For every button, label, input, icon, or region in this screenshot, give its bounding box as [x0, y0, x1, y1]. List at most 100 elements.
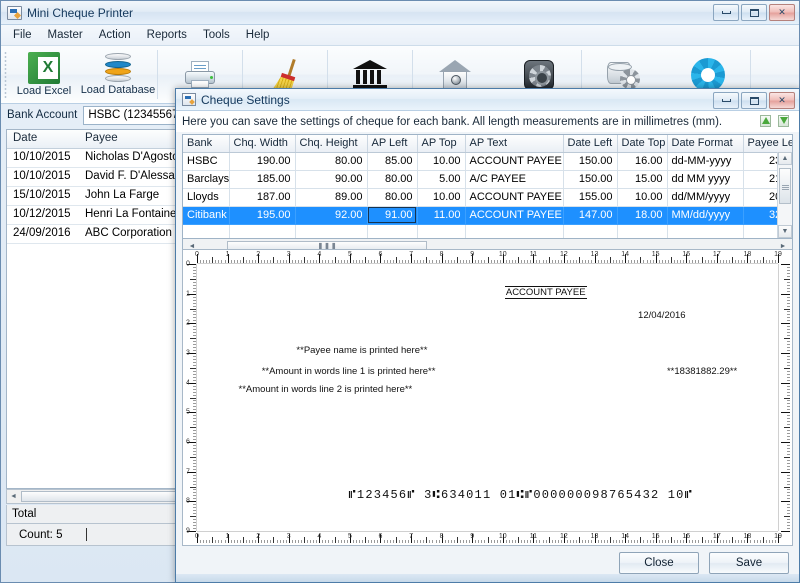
database-gear-icon	[607, 60, 641, 90]
payee-text-field[interactable]: **Payee name is printed here**	[296, 345, 427, 356]
col-date-top[interactable]: Date Top	[617, 135, 668, 153]
scroll-up-icon[interactable]: ▲	[778, 152, 792, 165]
gear-blue-icon	[691, 57, 725, 92]
cheque-canvas[interactable]: ACCOUNT PAYEE 12/04/2016 **Payee name is…	[198, 265, 777, 530]
ruler-label: 6	[186, 438, 190, 446]
column-header-payee[interactable]: Payee	[79, 130, 181, 148]
menu-item-help[interactable]: Help	[238, 26, 278, 44]
table-row[interactable]: Lloyds 187.00 89.00 80.00 10.00 ACCOUNT …	[183, 188, 792, 207]
cell-chq-width: 195.00	[229, 206, 296, 225]
dialog-subtitle-bar: Here you can save the settings of cheque…	[176, 111, 799, 132]
ruler-label: 8	[186, 497, 190, 505]
arrow-down-icon[interactable]	[778, 114, 791, 128]
ap-text-field[interactable]: ACCOUNT PAYEE	[504, 286, 587, 300]
col-ap-left[interactable]: AP Left	[367, 135, 418, 153]
main-menubar: File Master Action Reports Tools Help	[1, 25, 799, 46]
menu-item-file[interactable]: File	[5, 26, 40, 44]
cheque-list-grid[interactable]: Date Payee 10/10/2015 Nicholas D'Agosto …	[6, 129, 182, 489]
cell-date-format: dd MM yyyy	[667, 170, 744, 189]
dialog-buttons: Close Save	[619, 552, 789, 574]
ruler-label: 3	[286, 533, 291, 540]
cell-date-left: 147.00	[563, 206, 618, 225]
minimize-button[interactable]	[713, 4, 739, 21]
date-text-field[interactable]: 12/04/2016	[638, 310, 686, 321]
table-row-new[interactable]	[183, 224, 792, 238]
hscroll-thumb[interactable]	[21, 491, 180, 502]
maximize-icon	[749, 96, 759, 105]
dialog-close-button[interactable]: ✕	[769, 92, 795, 109]
cell-bank: Citibank	[183, 206, 230, 225]
cell-ap-left[interactable]: 91.00	[367, 206, 418, 225]
col-payee-left[interactable]: Payee Left	[743, 135, 792, 153]
amount-words-line1-field[interactable]: **Amount in words line 1 is printed here…	[262, 366, 436, 377]
minimize-icon	[721, 11, 731, 14]
amount-words-line2-field[interactable]: **Amount in words line 2 is printed here…	[239, 384, 413, 395]
menu-item-reports[interactable]: Reports	[139, 26, 195, 44]
cheque-preview[interactable]: 0 1 2 3 4 5 6 7 8 9 10 11 12 13 14 15 16 17 18 19 012345678…	[182, 249, 793, 546]
cheque-settings-dialog: Cheque Settings ✕ Here you can save the …	[175, 88, 800, 583]
count-label: Count: 5	[19, 528, 63, 541]
close-icon: ✕	[778, 95, 786, 105]
col-ap-text[interactable]: AP Text	[465, 135, 564, 153]
ruler-label: 5	[186, 408, 190, 416]
cell-ap-top: 10.00	[417, 188, 466, 207]
col-date-format[interactable]: Date Format	[667, 135, 744, 153]
table-row[interactable]: 10/10/2015 Nicholas D'Agosto	[7, 149, 181, 168]
count-bar: Count: 5	[6, 524, 182, 546]
home-icon	[439, 59, 471, 90]
menu-item-tools[interactable]: Tools	[195, 26, 238, 44]
table-row[interactable]: 15/10/2015 John La Farge	[7, 187, 181, 206]
cell-chq-height: 90.00	[295, 170, 368, 189]
cell-date: 10/10/2015	[13, 170, 71, 182]
cell-chq-width: 187.00	[229, 188, 296, 207]
amount-figures-field[interactable]: **18381882.29**	[667, 366, 737, 377]
table-row[interactable]: HSBC 190.00 80.00 85.00 10.00 ACCOUNT PA…	[183, 152, 792, 171]
cheque-list-hscrollbar[interactable]: ◄	[6, 489, 182, 504]
cell-date-top: 16.00	[617, 152, 668, 171]
print-icon	[183, 60, 217, 90]
col-bank[interactable]: Bank	[183, 135, 230, 153]
col-ap-top[interactable]: AP Top	[417, 135, 466, 153]
cell-chq-width: 190.00	[229, 152, 296, 171]
col-chq-height[interactable]: Chq. Height	[295, 135, 368, 153]
menu-item-action[interactable]: Action	[91, 26, 139, 44]
cell-ap-text: ACCOUNT PAYEE	[465, 206, 564, 225]
ruler-label: 17	[712, 533, 721, 540]
scroll-left-icon[interactable]: ◄	[7, 493, 20, 500]
scroll-down-icon[interactable]: ▼	[778, 225, 792, 238]
toolbar-grip	[4, 51, 7, 98]
ruler-label: 14	[621, 533, 629, 540]
table-row[interactable]: 10/10/2015 David F. D'Alessandro	[7, 168, 181, 187]
table-row[interactable]: 24/09/2016 ABC Corporation	[7, 225, 181, 244]
col-date-left[interactable]: Date Left	[563, 135, 618, 153]
col-chq-width[interactable]: Chq. Width	[229, 135, 296, 153]
column-header-date[interactable]: Date	[7, 130, 79, 148]
vscroll-thumb[interactable]	[779, 168, 791, 204]
arrow-up-icon[interactable]	[760, 114, 773, 128]
table-row-selected[interactable]: Citibank 195.00 92.00 91.00 11.00 ACCOUN…	[183, 206, 792, 225]
load-excel-button[interactable]: Load Excel	[9, 46, 79, 103]
ruler-label: 11	[529, 251, 537, 258]
close-dialog-button[interactable]: Close	[619, 552, 699, 574]
save-button[interactable]: Save	[709, 552, 789, 574]
maximize-button[interactable]	[741, 4, 767, 21]
settings-grid[interactable]: Bank Chq. Width Chq. Height AP Left AP T…	[183, 135, 792, 238]
cell-ap-text: ACCOUNT PAYEE	[465, 152, 564, 171]
table-row[interactable]: Barclays 185.00 90.00 80.00 5.00 A/C PAY…	[183, 170, 792, 189]
bank-icon	[353, 59, 387, 90]
dialog-minimize-button[interactable]	[713, 92, 739, 109]
dialog-maximize-button[interactable]	[741, 92, 767, 109]
menu-item-master[interactable]: Master	[40, 26, 91, 44]
ruler-bottom-labels: 0 1 2 3 4 5 6 7 8 9 10 11 12 13 14 15 16 17 18 19	[195, 533, 782, 544]
close-button[interactable]: ✕	[769, 4, 795, 21]
ruler-label: 7	[186, 468, 190, 476]
settings-grid-vscrollbar[interactable]: ▲ ▼	[777, 152, 792, 238]
app-icon	[7, 5, 22, 20]
ruler-label: 12	[560, 251, 568, 258]
table-row[interactable]: 10/12/2015 Henri La Fontaine	[7, 206, 181, 225]
ruler-label: 17	[712, 251, 721, 258]
ruler-label: 8	[439, 251, 444, 258]
cell-date: 15/10/2015	[13, 189, 71, 201]
ruler-label: 6	[378, 533, 383, 540]
load-database-button[interactable]: Load Database	[79, 46, 157, 103]
